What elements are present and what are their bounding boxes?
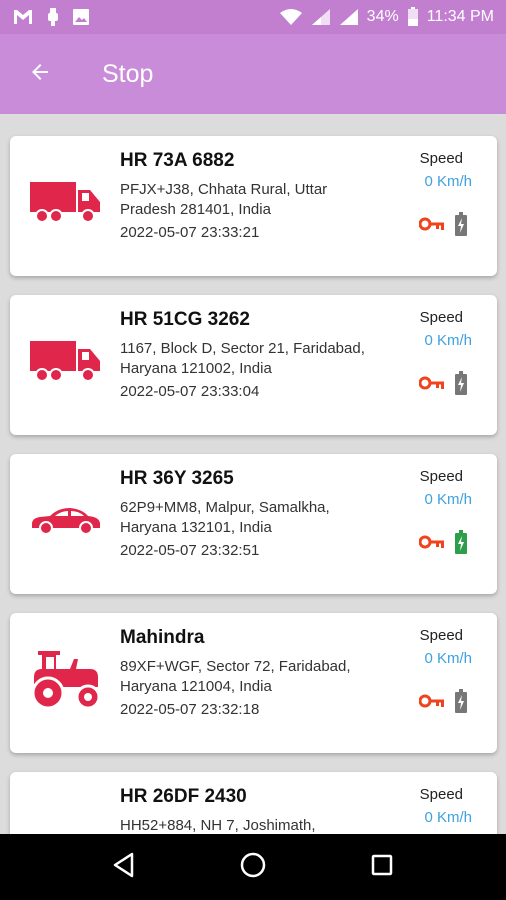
vehicle-timestamp: 2022-05-07 23:32:51 — [120, 542, 260, 559]
vehicle-title: HR 36Y 3265 — [120, 468, 234, 489]
clock: 11:34 PM — [426, 8, 494, 25]
vehicle-card[interactable]: HR 73A 6882 PFJX+J38, Chhata Rural, Utta… — [10, 136, 497, 276]
vehicle-address: 1167, Block D, Sector 21, Faridabad, Har… — [120, 340, 365, 377]
home-circle-icon — [239, 851, 267, 884]
battery-icon — [407, 7, 419, 27]
ignition-key-icon — [418, 535, 445, 554]
speed-value: 0 Km/h — [424, 491, 472, 508]
vehicle-title: Mahindra — [120, 627, 205, 648]
vehicle-timestamp: 2022-05-07 23:33:21 — [120, 224, 260, 241]
speed-label: Speed — [419, 627, 463, 644]
vehicle-list[interactable]: HR 73A 6882 PFJX+J38, Chhata Rural, Utta… — [0, 114, 506, 834]
ignition-key-icon — [418, 217, 445, 236]
page-title: Stop — [102, 59, 154, 88]
nav-home-button[interactable] — [233, 847, 273, 887]
battery-charging-icon — [455, 371, 467, 400]
car-icon — [30, 484, 102, 556]
car-icon — [30, 818, 102, 834]
truck-icon — [30, 325, 102, 397]
vehicle-card[interactable]: HR 36Y 3265 62P9+MM8, Malpur, Samalkha, … — [10, 454, 497, 594]
app-bar: Stop — [0, 34, 506, 114]
vehicle-card[interactable]: HR 51CG 3262 1167, Block D, Sector 21, F… — [10, 295, 497, 435]
recents-square-icon — [370, 853, 394, 882]
vehicle-status-icons — [418, 371, 467, 400]
gmail-icon — [12, 8, 34, 26]
ignition-key-icon — [418, 694, 445, 713]
truck-icon — [30, 166, 102, 238]
speed-value: 0 Km/h — [424, 332, 472, 349]
ignition-key-icon — [418, 376, 445, 395]
vehicle-address: 89XF+WGF, Sector 72, Faridabad, Haryana … — [120, 658, 351, 695]
speed-value: 0 Km/h — [424, 173, 472, 190]
vehicle-title: HR 26DF 2430 — [120, 786, 247, 807]
wifi-icon — [279, 8, 303, 26]
signal-icon — [311, 8, 331, 26]
battery-charging-icon — [455, 212, 467, 241]
system-nav-bar — [0, 834, 506, 900]
battery-percent: 34% — [366, 8, 399, 25]
vehicle-status-icons — [418, 689, 467, 718]
vehicle-timestamp: 2022-05-07 23:33:04 — [120, 383, 260, 400]
vehicle-address: HH52+884, NH 7, Joshimath, — [120, 817, 316, 834]
vehicle-card[interactable]: Mahindra 89XF+WGF, Sector 72, Faridabad,… — [10, 613, 497, 753]
vehicle-address: 62P9+MM8, Malpur, Samalkha, Haryana 1321… — [120, 499, 330, 536]
vehicle-title: HR 51CG 3262 — [120, 309, 250, 330]
vehicle-address: PFJX+J38, Chhata Rural, Uttar Pradesh 28… — [120, 181, 328, 218]
notification-icons — [12, 7, 90, 27]
nav-recents-button[interactable] — [362, 847, 402, 887]
nav-back-button[interactable] — [104, 847, 144, 887]
vehicle-timestamp: 2022-05-07 23:32:18 — [120, 701, 260, 718]
vehicle-title: HR 73A 6882 — [120, 150, 235, 171]
status-bar: 34% 11:34 PM — [0, 0, 506, 34]
speed-value: 0 Km/h — [424, 650, 472, 667]
back-triangle-icon — [112, 852, 136, 883]
speed-value: 0 Km/h — [424, 809, 472, 826]
speed-label: Speed — [419, 150, 463, 167]
usb-icon — [46, 7, 60, 27]
battery-charging-icon — [455, 689, 467, 718]
image-icon — [72, 8, 90, 26]
speed-label: Speed — [419, 468, 463, 485]
back-button[interactable] — [20, 54, 60, 94]
vehicle-card[interactable]: HR 26DF 2430 HH52+884, NH 7, Joshimath, … — [10, 772, 497, 834]
vehicle-status-icons — [418, 212, 467, 241]
speed-label: Speed — [419, 309, 463, 326]
battery-charging-icon — [455, 530, 467, 559]
vehicle-status-icons — [418, 530, 467, 559]
tractor-icon — [30, 643, 102, 715]
speed-label: Speed — [419, 786, 463, 803]
signal-icon — [339, 8, 359, 26]
arrow-left-icon — [28, 60, 52, 89]
